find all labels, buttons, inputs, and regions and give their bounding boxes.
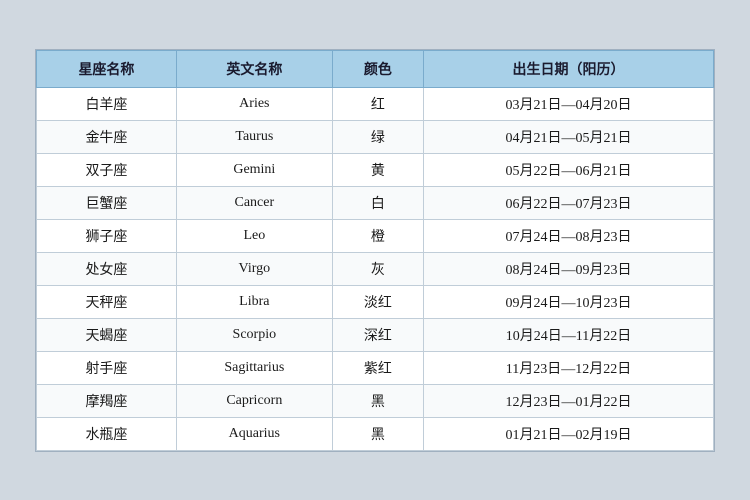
cell-color: 灰: [332, 252, 423, 285]
cell-chinese-name: 摩羯座: [37, 384, 177, 417]
table-row: 巨蟹座Cancer白06月22日—07月23日: [37, 186, 714, 219]
cell-color: 黑: [332, 384, 423, 417]
cell-color: 红: [332, 87, 423, 120]
cell-color: 黄: [332, 153, 423, 186]
cell-dates: 11月23日—12月22日: [424, 351, 714, 384]
cell-english-name: Scorpio: [176, 318, 332, 351]
cell-chinese-name: 巨蟹座: [37, 186, 177, 219]
cell-dates: 04月21日—05月21日: [424, 120, 714, 153]
header-chinese-name: 星座名称: [37, 50, 177, 87]
cell-color: 白: [332, 186, 423, 219]
cell-chinese-name: 天蝎座: [37, 318, 177, 351]
cell-english-name: Leo: [176, 219, 332, 252]
cell-color: 深红: [332, 318, 423, 351]
cell-dates: 07月24日—08月23日: [424, 219, 714, 252]
header-color: 颜色: [332, 50, 423, 87]
cell-dates: 05月22日—06月21日: [424, 153, 714, 186]
table-row: 金牛座Taurus绿04月21日—05月21日: [37, 120, 714, 153]
zodiac-table: 星座名称 英文名称 颜色 出生日期（阳历） 白羊座Aries红03月21日—04…: [36, 50, 714, 451]
cell-color: 紫红: [332, 351, 423, 384]
cell-chinese-name: 水瓶座: [37, 417, 177, 450]
table-row: 水瓶座Aquarius黑01月21日—02月19日: [37, 417, 714, 450]
cell-english-name: Aquarius: [176, 417, 332, 450]
header-dates: 出生日期（阳历）: [424, 50, 714, 87]
cell-dates: 09月24日—10月23日: [424, 285, 714, 318]
cell-color: 淡红: [332, 285, 423, 318]
cell-english-name: Aries: [176, 87, 332, 120]
cell-chinese-name: 天秤座: [37, 285, 177, 318]
cell-dates: 10月24日—11月22日: [424, 318, 714, 351]
table-row: 摩羯座Capricorn黑12月23日—01月22日: [37, 384, 714, 417]
table-row: 处女座Virgo灰08月24日—09月23日: [37, 252, 714, 285]
cell-color: 绿: [332, 120, 423, 153]
cell-dates: 08月24日—09月23日: [424, 252, 714, 285]
cell-english-name: Sagittarius: [176, 351, 332, 384]
zodiac-table-container: 星座名称 英文名称 颜色 出生日期（阳历） 白羊座Aries红03月21日—04…: [35, 49, 715, 452]
table-header-row: 星座名称 英文名称 颜色 出生日期（阳历）: [37, 50, 714, 87]
cell-dates: 01月21日—02月19日: [424, 417, 714, 450]
cell-dates: 03月21日—04月20日: [424, 87, 714, 120]
cell-chinese-name: 狮子座: [37, 219, 177, 252]
table-row: 狮子座Leo橙07月24日—08月23日: [37, 219, 714, 252]
table-row: 双子座Gemini黄05月22日—06月21日: [37, 153, 714, 186]
cell-chinese-name: 双子座: [37, 153, 177, 186]
table-row: 射手座Sagittarius紫红11月23日—12月22日: [37, 351, 714, 384]
table-row: 天蝎座Scorpio深红10月24日—11月22日: [37, 318, 714, 351]
cell-chinese-name: 金牛座: [37, 120, 177, 153]
cell-english-name: Cancer: [176, 186, 332, 219]
cell-english-name: Libra: [176, 285, 332, 318]
header-english-name: 英文名称: [176, 50, 332, 87]
cell-color: 橙: [332, 219, 423, 252]
cell-chinese-name: 射手座: [37, 351, 177, 384]
table-row: 白羊座Aries红03月21日—04月20日: [37, 87, 714, 120]
cell-dates: 06月22日—07月23日: [424, 186, 714, 219]
cell-color: 黑: [332, 417, 423, 450]
cell-english-name: Taurus: [176, 120, 332, 153]
cell-english-name: Capricorn: [176, 384, 332, 417]
table-row: 天秤座Libra淡红09月24日—10月23日: [37, 285, 714, 318]
cell-dates: 12月23日—01月22日: [424, 384, 714, 417]
cell-english-name: Gemini: [176, 153, 332, 186]
cell-english-name: Virgo: [176, 252, 332, 285]
cell-chinese-name: 白羊座: [37, 87, 177, 120]
cell-chinese-name: 处女座: [37, 252, 177, 285]
table-body: 白羊座Aries红03月21日—04月20日金牛座Taurus绿04月21日—0…: [37, 87, 714, 450]
